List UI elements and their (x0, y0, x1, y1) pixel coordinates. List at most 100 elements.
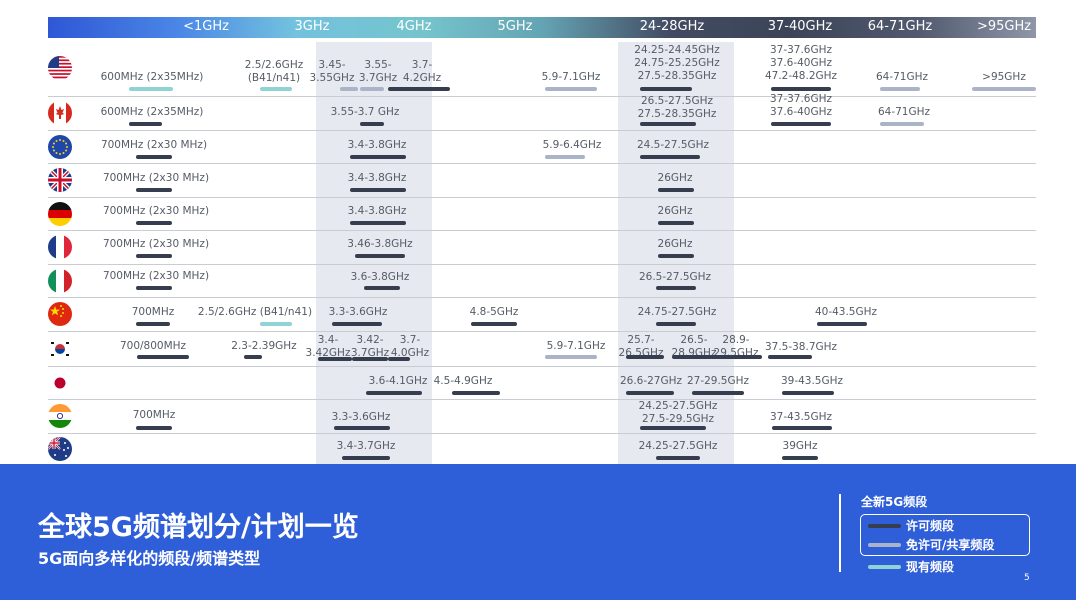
band-value-text: 700MHz (2x30 MHz) (102, 205, 210, 217)
band-value-text: 28.9- (722, 334, 750, 346)
licensed-band-bar (136, 286, 172, 290)
unlicensed-band-bar (360, 87, 384, 91)
band-value-label: 24.25-27.5GHz (639, 440, 718, 453)
band-value-text: 24.5-27.5GHz (636, 139, 710, 151)
band-value-text: 3.6-4.1GHz (368, 375, 428, 387)
licensed-band-bar (626, 391, 674, 395)
band-value-text: 26GHz (657, 205, 693, 217)
licensed-band-bar (710, 355, 762, 359)
band-label: 5GHz (497, 19, 533, 34)
canada-flag-icon (48, 101, 72, 125)
licensed-band-bar (640, 122, 696, 126)
band-value-text: 37-43.5GHz (769, 411, 833, 423)
band-value-text: 700MHz (2x30 MHz) (102, 172, 210, 184)
unlicensed-band-bar (340, 87, 358, 91)
band-value-text: 25.7- (627, 334, 655, 346)
unlicensed-band-bar (545, 155, 585, 159)
licensed-band-bar (782, 456, 818, 460)
band-value-text: 3.46-3.8GHz (347, 238, 413, 250)
china-flag-icon (48, 302, 72, 326)
licensed-band-bar (350, 221, 406, 225)
page-number: 5 (1024, 573, 1030, 583)
legend-unlicensed-swatch (868, 543, 901, 547)
band-label: 64-71GHz (867, 19, 933, 34)
licensed-band-bar (334, 426, 390, 430)
band-value-text: 26.5-27.5GHz (640, 95, 714, 107)
band-value-label: 700MHz (2x30 MHz) (103, 205, 209, 218)
band-value-text: 4.2GHz (402, 72, 442, 84)
band-value-label: 3.55-3.7 GHz (331, 106, 400, 119)
eu-flag-icon (48, 135, 72, 159)
band-value-text: (B41/n41) (247, 72, 301, 84)
licensed-band-bar (471, 322, 517, 326)
footer-divider (839, 494, 841, 572)
licensed-band-bar (364, 286, 400, 290)
band-value-label: 5.9-7.1GHz (547, 340, 606, 353)
unlicensed-band-bar (880, 122, 924, 126)
band-value-text: 3.4-3.8GHz (347, 205, 407, 217)
australia-flag-icon (48, 437, 72, 461)
band-value-label: 700MHz (132, 306, 175, 319)
row-divider (48, 331, 1036, 332)
band-value-text: 3.55- (364, 59, 392, 71)
licensed-band-bar (318, 357, 352, 361)
band-value-label: 26GHz (658, 238, 693, 251)
band-value-label: 4.8-5GHz (470, 306, 519, 319)
band-value-label: 24.5-27.5GHz (637, 139, 709, 152)
licensed-band-bar (768, 355, 812, 359)
band-value-label: 3.46-3.8GHz (347, 238, 412, 251)
band-value-text: 37-37.6GHz (769, 44, 833, 56)
korea-flag-icon (48, 337, 72, 361)
band-label: >95GHz (976, 19, 1032, 34)
band-value-text: 39GHz (782, 440, 818, 452)
band-value-text: 4.8-5GHz (469, 306, 519, 318)
band-value-label: 39GHz (783, 440, 818, 453)
band-value-label: 3.4-3.7GHz (337, 440, 396, 453)
band-value-text: 37.5-38.7GHz (764, 341, 838, 353)
band-value-text: 47.2-48.2GHz (764, 70, 838, 82)
band-value-label: 39-43.5GHz (781, 375, 843, 388)
row-divider (48, 197, 1036, 198)
band-value-text: 700MHz (132, 409, 176, 421)
band-value-label: 2.5/2.6GHz (B41/n41) (198, 306, 312, 319)
legend-licensed-label: 许可频段 (906, 519, 955, 533)
band-value-text: 64-71GHz (877, 106, 931, 118)
spectrum-slide: <1GHz 3GHz 4GHz 5GHz 24-28GHz 37-40GHz 64-71GH… (0, 0, 1076, 600)
band-value-text: 700MHz (131, 306, 175, 318)
band-label: 3GHz (294, 19, 330, 34)
japan-flag-icon (48, 371, 72, 395)
band-value-label: 700MHz (2x30 MHz) (103, 172, 209, 185)
licensed-band-bar (388, 357, 410, 361)
existing-band-bar (129, 87, 173, 91)
band-value-label: 5.9-6.4GHz (543, 139, 602, 152)
band-value-text: 4.5-4.9GHz (433, 375, 493, 387)
band-value-label: 5.9-7.1GHz (542, 71, 601, 84)
band-value-label: 37.5-38.7GHz (765, 341, 837, 354)
legend-existing-swatch (868, 565, 901, 569)
band-value-text: 37.6-40GHz (769, 106, 833, 118)
band-value-label: >95GHz (982, 71, 1026, 84)
licensed-band-bar (136, 254, 172, 258)
row-divider (48, 399, 1036, 400)
band-value-text: 3.7- (411, 59, 433, 71)
licensed-band-bar (656, 322, 696, 326)
licensed-band-bar (771, 87, 831, 91)
licensed-band-bar (626, 355, 664, 359)
band-value-text: 26GHz (657, 172, 693, 184)
band-value-label: 26.6-27GHz (620, 375, 682, 388)
band-value-text: 64-71GHz (875, 71, 929, 83)
band-value-text: 700MHz (2x30 MHz) (102, 270, 210, 282)
band-value-text: 37-37.6GHz (769, 93, 833, 105)
band-value-text: 26.5-27.5GHz (638, 271, 712, 283)
band-value-text: 37.6-40GHz (769, 57, 833, 69)
band-value-label: 24.25-27.5GHz 27.5-29.5GHz (639, 400, 718, 426)
band-value-label: 2.5/2.6GHz (B41/n41) (245, 59, 303, 85)
licensed-band-bar (640, 426, 706, 430)
band-value-text: 24.25-27.5GHz (638, 400, 718, 412)
licensed-band-bar (672, 355, 712, 359)
band-value-text: 3.4-3.8GHz (347, 172, 407, 184)
band-value-label: 3.3-3.6GHz (332, 411, 391, 424)
band-value-text: 3.6-3.8GHz (350, 271, 410, 283)
band-value-text: >95GHz (982, 71, 1026, 83)
band-value-text: 39-43.5GHz (780, 375, 844, 387)
